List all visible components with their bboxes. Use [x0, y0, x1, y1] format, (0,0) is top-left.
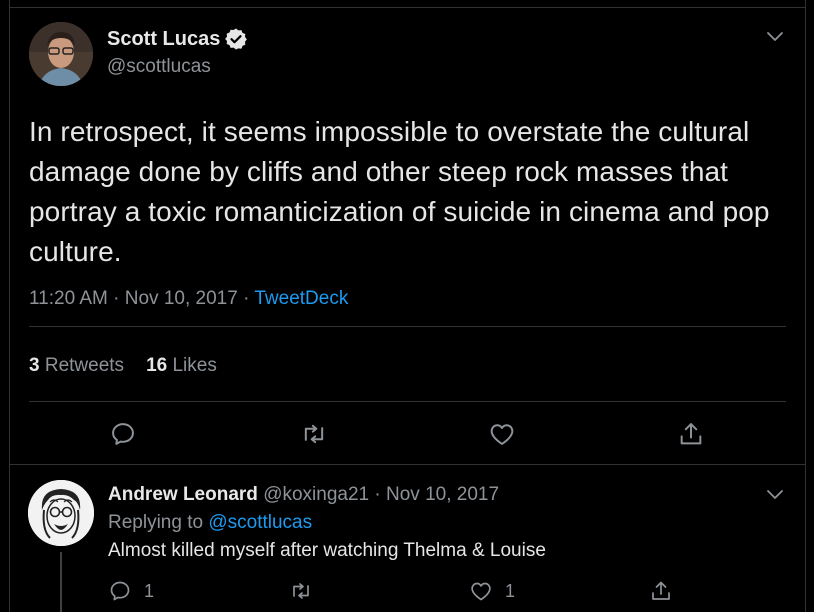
- meta-separator: ·: [113, 288, 120, 309]
- reply-reply-count: 1: [144, 580, 155, 601]
- like-label: Likes: [172, 355, 217, 376]
- tweet-source-link[interactable]: TweetDeck: [254, 288, 348, 309]
- reply-retweet-button[interactable]: [289, 579, 313, 603]
- retweet-icon: [293, 583, 309, 599]
- chevron-down-icon[interactable]: [766, 30, 784, 44]
- heart-icon: [471, 582, 491, 601]
- share-icon[interactable]: [677, 420, 705, 448]
- reply-share-button[interactable]: [649, 579, 673, 603]
- reply-author-name[interactable]: Andrew Leonard: [108, 484, 258, 505]
- divider: [29, 401, 786, 402]
- reply-like-count: 1: [505, 580, 516, 601]
- author-avatar[interactable]: [29, 22, 93, 86]
- reply-icon: [110, 581, 130, 601]
- frame-right-border: [805, 0, 806, 612]
- reply-icon[interactable]: [109, 420, 137, 448]
- replying-to: Replying to @scottlucas: [108, 512, 312, 534]
- reply-author-avatar[interactable]: [28, 480, 94, 546]
- replying-prefix: Replying to: [108, 512, 204, 533]
- reply-tweet[interactable]: Andrew Leonard @koxinga21 · Nov 10, 2017…: [10, 465, 805, 612]
- retweet-label: Retweets: [44, 355, 125, 376]
- reply-reply-button[interactable]: 1: [108, 579, 154, 603]
- meta-separator: ·: [374, 484, 381, 505]
- retweets-stat[interactable]: 3 Retweets: [29, 355, 124, 376]
- reply-author-handle[interactable]: @koxinga21: [263, 484, 369, 505]
- tweet-date[interactable]: Nov 10, 2017: [125, 288, 238, 309]
- frame-top-border: [9, 7, 806, 8]
- retweet-count: 3: [29, 355, 40, 376]
- heart-icon[interactable]: [488, 420, 516, 448]
- meta-separator: ·: [243, 288, 250, 309]
- likes-stat[interactable]: 16 Likes: [146, 355, 217, 376]
- tweet-metadata: 11:20 AM · Nov 10, 2017 · TweetDeck: [29, 288, 348, 310]
- reply-like-button[interactable]: 1: [469, 579, 515, 603]
- reply-header: Andrew Leonard @koxinga21 · Nov 10, 2017: [108, 484, 499, 506]
- author-handle[interactable]: @scottlucas: [107, 56, 211, 78]
- reply-text: Almost killed myself after watching Thel…: [108, 540, 546, 561]
- tweet-text: In retrospect, it seems impossible to ov…: [29, 116, 770, 267]
- engagement-stats: 3 Retweets 16 Likes: [29, 355, 217, 377]
- tweet-time[interactable]: 11:20 AM: [29, 288, 108, 309]
- author-name-row: Scott Lucas: [107, 27, 248, 51]
- like-count: 16: [146, 355, 168, 376]
- thread-connector-line: [60, 552, 62, 612]
- divider: [29, 326, 786, 327]
- chevron-down-icon[interactable]: [766, 488, 784, 502]
- retweet-icon[interactable]: [300, 420, 328, 448]
- reply-date[interactable]: Nov 10, 2017: [386, 484, 499, 505]
- share-icon: [652, 581, 670, 600]
- author-name[interactable]: Scott Lucas: [107, 28, 220, 51]
- replying-to-link[interactable]: @scottlucas: [208, 512, 312, 533]
- verified-badge-icon: [225, 28, 248, 50]
